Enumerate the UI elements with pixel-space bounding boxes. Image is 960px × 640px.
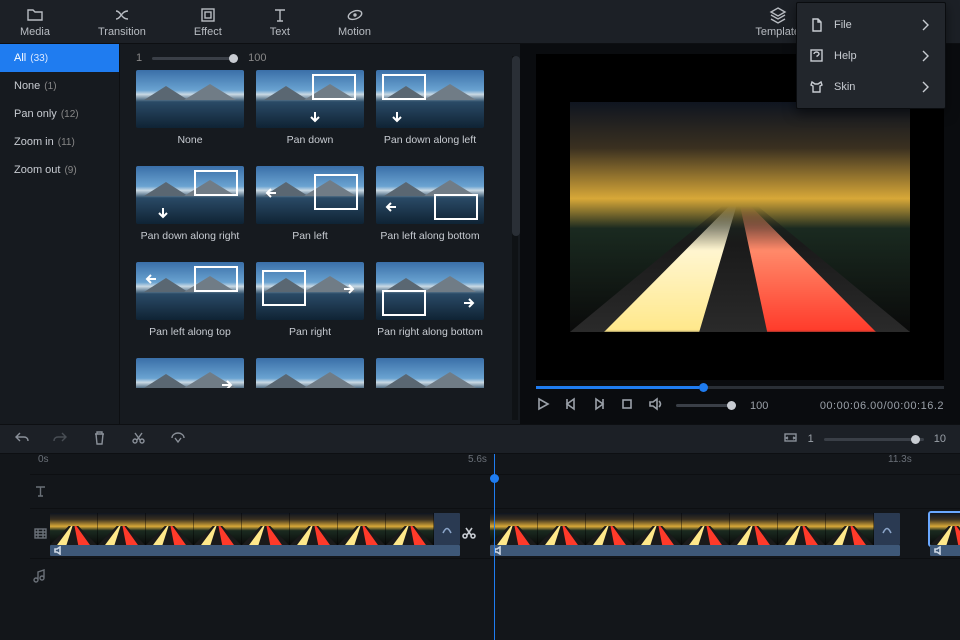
- skin-icon: [809, 79, 824, 94]
- delete-button[interactable]: [92, 430, 107, 448]
- template-icon: [769, 6, 787, 24]
- video-clip[interactable]: [50, 513, 460, 545]
- effect-label: Pan left: [256, 230, 364, 242]
- crop-button[interactable]: [170, 430, 185, 448]
- effect-item[interactable]: Pan down along right: [136, 166, 244, 242]
- tab-effect[interactable]: Effect: [194, 6, 222, 38]
- effect-label: Pan right along bottom: [376, 326, 484, 338]
- zoom-max: 10: [934, 433, 946, 445]
- transition-handle[interactable]: [874, 513, 900, 545]
- volume-slider[interactable]: [676, 404, 736, 407]
- audio-clip[interactable]: [490, 545, 900, 556]
- next-frame-button[interactable]: [592, 397, 606, 414]
- video-track-icon: [33, 526, 48, 541]
- volume-value: 100: [750, 400, 768, 412]
- chevron-right-icon: [918, 79, 933, 94]
- volume-button[interactable]: [648, 397, 662, 414]
- transition-icon: [113, 6, 131, 24]
- sidebar-item-zoomin[interactable]: Zoom in(11): [0, 128, 119, 156]
- effect-item[interactable]: [376, 358, 484, 388]
- sidebar-item-all[interactable]: All(33): [0, 44, 119, 72]
- effect-label: Pan down: [256, 134, 364, 146]
- category-sidebar: All(33) None(1) Pan only(12) Zoom in(11)…: [0, 44, 120, 424]
- split-button[interactable]: [131, 430, 146, 448]
- effect-item[interactable]: [136, 358, 244, 388]
- menu-help[interactable]: Help: [797, 40, 945, 71]
- undo-button[interactable]: [14, 430, 29, 448]
- sidebar-item-panonly[interactable]: Pan only(12): [0, 100, 119, 128]
- zoom-slider[interactable]: [824, 438, 924, 441]
- main-menu-dropdown: File Help Skin: [796, 2, 946, 109]
- prev-frame-button[interactable]: [564, 397, 578, 414]
- split-indicator-icon: [462, 525, 476, 542]
- menu-file[interactable]: File: [797, 9, 945, 40]
- track-audio[interactable]: [30, 558, 960, 592]
- thumbnail-size-slider[interactable]: 1 100: [136, 52, 504, 64]
- effect-label: Pan left along bottom: [376, 230, 484, 242]
- file-icon: [809, 17, 824, 32]
- seek-bar[interactable]: [536, 386, 944, 389]
- timeline: 0s 5.6s 11.3s: [0, 454, 960, 640]
- audio-clip[interactable]: [50, 545, 460, 556]
- effect-item[interactable]: Pan down along left: [376, 70, 484, 146]
- effect-item[interactable]: [256, 358, 364, 388]
- effect-item[interactable]: Pan left along top: [136, 262, 244, 338]
- effect-label: Pan down along right: [136, 230, 244, 242]
- tab-transition[interactable]: Transition: [98, 6, 146, 38]
- folder-icon: [26, 6, 44, 24]
- stop-button[interactable]: [620, 397, 634, 414]
- help-icon: [809, 48, 824, 63]
- play-button[interactable]: [536, 397, 550, 414]
- text-track-icon: [33, 484, 48, 499]
- size-min: 1: [136, 52, 142, 64]
- effect-item[interactable]: Pan right: [256, 262, 364, 338]
- effect-item[interactable]: Pan down: [256, 70, 364, 146]
- effect-item[interactable]: Pan left along bottom: [376, 166, 484, 242]
- tab-media[interactable]: Media: [20, 6, 50, 38]
- effect-label: Pan down along left: [376, 134, 484, 146]
- redo-button[interactable]: [53, 430, 68, 448]
- track-video[interactable]: [30, 508, 960, 558]
- sidebar-item-zoomout[interactable]: Zoom out(9): [0, 156, 119, 184]
- effects-panel: 1 100 None Pan down Pan down along left …: [120, 44, 520, 424]
- chevron-right-icon: [918, 48, 933, 63]
- effects-scrollbar[interactable]: [512, 56, 518, 420]
- playhead[interactable]: [494, 454, 495, 640]
- sidebar-item-none[interactable]: None(1): [0, 72, 119, 100]
- effect-icon: [199, 6, 217, 24]
- effect-item[interactable]: Pan left: [256, 166, 364, 242]
- audio-clip[interactable]: [930, 545, 960, 556]
- effect-item[interactable]: Pan right along bottom: [376, 262, 484, 338]
- effect-label: Pan right: [256, 326, 364, 338]
- timeline-toolbar: 1 10: [0, 424, 960, 454]
- effect-label: Pan left along top: [136, 326, 244, 338]
- chevron-right-icon: [918, 17, 933, 32]
- zoom-min: 1: [808, 433, 814, 445]
- audio-track-icon: [33, 568, 48, 583]
- fit-button[interactable]: [783, 430, 798, 448]
- time-display: 00:00:06.00/00:00:16.2: [820, 400, 944, 412]
- tab-motion[interactable]: Motion: [338, 6, 371, 38]
- text-icon: [271, 6, 289, 24]
- video-clip[interactable]: [490, 513, 900, 545]
- transition-handle[interactable]: [434, 513, 460, 545]
- effect-label: None: [136, 134, 244, 146]
- menu-skin[interactable]: Skin: [797, 71, 945, 102]
- time-ruler[interactable]: 0s 5.6s 11.3s: [0, 454, 960, 474]
- tab-text[interactable]: Text: [270, 6, 290, 38]
- tab-template[interactable]: Template: [755, 6, 800, 38]
- motion-icon: [346, 6, 364, 24]
- effect-item[interactable]: None: [136, 70, 244, 146]
- video-clip[interactable]: [930, 513, 960, 545]
- size-max: 100: [248, 52, 266, 64]
